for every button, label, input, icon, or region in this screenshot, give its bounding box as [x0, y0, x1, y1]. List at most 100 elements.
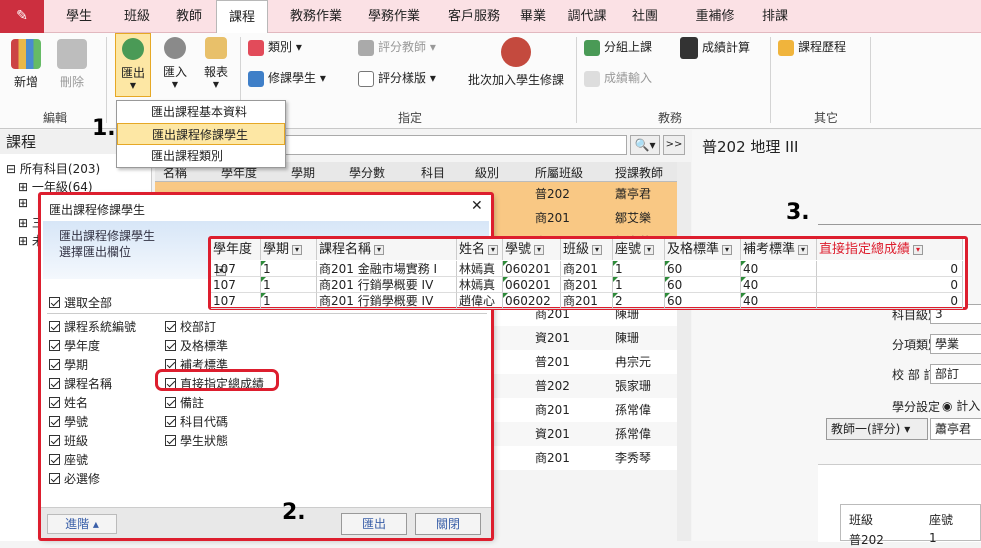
filter-icon[interactable]: ▾ — [534, 245, 545, 255]
tab-customer-service[interactable]: 客戶服務 — [436, 0, 512, 33]
sheet-cell[interactable]: 060201 — [503, 261, 561, 277]
sheet-cell[interactable]: 107 — [211, 277, 261, 293]
sheet-col-header[interactable]: 姓名 ▾ — [457, 239, 503, 260]
sheet-cell[interactable]: 40 — [741, 261, 817, 277]
sheet-cell[interactable]: 1 — [613, 261, 665, 277]
col-header[interactable]: 級別 — [475, 164, 499, 181]
tab-clubs[interactable]: 社團 — [620, 0, 670, 33]
tab-academic-affairs[interactable]: 教務作業 — [278, 0, 354, 33]
import-button[interactable]: 匯入 ▼ — [157, 37, 193, 89]
sheet-cell[interactable]: 40 — [741, 277, 817, 293]
tab-substitute[interactable]: 調代課 — [556, 0, 618, 33]
sheet-col-header[interactable]: 及格標準 ▾ — [665, 239, 741, 260]
app-menu-button[interactable]: ✎ — [0, 0, 44, 33]
sheet-cell[interactable]: 商201 行銷學概要 IV — [317, 277, 457, 293]
sheet-cell[interactable]: 1 — [261, 261, 317, 277]
filter-icon[interactable]: ▾ — [722, 245, 733, 255]
tree-root[interactable]: ⊟ 所有科目(203) — [6, 160, 100, 177]
sheet-cell[interactable]: 商201 行銷學概要 IV — [317, 293, 457, 309]
sheet-cell[interactable]: 0 — [817, 277, 963, 293]
sheet-col-header[interactable]: 座號 ▾ — [613, 239, 665, 260]
filter-icon[interactable]: ▾ — [374, 245, 385, 255]
sheet-col-header[interactable]: 補考標準 ▾ — [741, 239, 817, 260]
menu-item-export-course-category[interactable]: 匯出課程類別 — [117, 145, 285, 167]
sheet-cell[interactable]: 60 — [665, 277, 741, 293]
sheet-cell[interactable]: 107 — [211, 293, 261, 309]
sheet-cell[interactable]: 1 — [261, 277, 317, 293]
col-header[interactable]: 授課教師 — [615, 164, 663, 181]
sheet-cell[interactable]: 商201 — [561, 277, 613, 293]
sheet-col-header[interactable]: 課程名稱 ▾ — [317, 239, 457, 260]
teacher-field[interactable]: 蕭亭君 — [930, 418, 981, 440]
export-button[interactable]: 匯出 ▼ — [115, 33, 151, 97]
menu-item-export-course-basic[interactable]: 匯出課程基本資料 — [117, 101, 285, 123]
sheet-cell[interactable]: 林嫣真 — [457, 277, 503, 293]
category-field[interactable]: 學業 — [930, 334, 981, 354]
vertical-scrollbar[interactable] — [677, 162, 691, 541]
expand-icon[interactable]: >> — [663, 135, 685, 155]
sheet-cell[interactable]: 1 — [613, 277, 665, 293]
sheet-cell[interactable]: 林嫣真 — [457, 261, 503, 277]
filter-icon[interactable]: ▾ — [913, 245, 924, 255]
score-entry-button[interactable]: 成績輸入 — [584, 68, 652, 88]
sheet-cell[interactable]: 60 — [665, 261, 741, 277]
course-history-button[interactable]: 課程歷程 — [778, 37, 846, 57]
score-teacher-button[interactable]: 評分教師 ▾ — [358, 37, 436, 57]
tab-makeup[interactable]: 重補修 — [684, 0, 746, 33]
filter-icon[interactable]: ▾ — [488, 245, 499, 255]
filter-icon[interactable]: ▾ — [644, 245, 655, 255]
score-setting-radio[interactable]: ◉ 計入 — [942, 397, 980, 414]
col-header[interactable]: 所屬班級 — [535, 164, 583, 181]
delete-button[interactable]: 刪除 — [52, 39, 92, 90]
filter-icon[interactable]: ▾ — [592, 245, 603, 255]
search-icon[interactable]: 🔍▾ — [630, 135, 660, 155]
tree-node[interactable]: ⊞ — [18, 196, 28, 210]
tab-scheduling[interactable]: 排課 — [750, 0, 800, 33]
tab-student-affairs[interactable]: 學務作業 — [356, 0, 432, 33]
filter-icon[interactable]: ▾ — [292, 245, 303, 255]
sheet-cell[interactable]: 107 — [211, 261, 261, 277]
sheet-cell[interactable]: 060202 — [503, 293, 561, 309]
class-cell: 資201 — [535, 427, 570, 441]
col-header[interactable]: 學期 — [291, 164, 315, 181]
sheet-cell[interactable]: 商201 金融市場實務 I — [317, 261, 457, 277]
number-as-text-icon — [261, 277, 266, 282]
sheet-cell[interactable]: 60 — [665, 293, 741, 309]
sheet-cell[interactable]: 商201 — [561, 261, 613, 277]
filter-icon[interactable]: ▾ — [798, 245, 809, 255]
tab-classes[interactable]: 班級 — [114, 0, 160, 33]
col-header[interactable]: 學分數 — [349, 164, 385, 181]
group-label-other: 其它 — [813, 111, 838, 125]
group-class-button[interactable]: 分組上課 — [584, 37, 652, 57]
score-calc-button[interactable]: 成績計算 — [680, 37, 750, 59]
sheet-col-header[interactable]: 學號 ▾ — [503, 239, 561, 260]
sheet-cell[interactable]: 2 — [613, 293, 665, 309]
course-students-button[interactable]: 修課學生 ▾ — [248, 68, 326, 88]
batch-add-students-button[interactable]: 批次加入學生修課 — [464, 37, 568, 88]
teacher-select[interactable]: 教師一(評分) ▾ — [826, 418, 928, 440]
sheet-col-header[interactable]: 學期 ▾ — [261, 239, 317, 260]
sheet-cell[interactable]: 0 — [817, 261, 963, 277]
menu-item-export-course-students[interactable]: 匯出課程修課學生 — [117, 123, 285, 145]
sheet-cell[interactable]: 40 — [741, 293, 817, 309]
tab-graduation[interactable]: 畢業 — [510, 0, 556, 33]
new-button[interactable]: 新增 — [6, 39, 46, 90]
sheet-cell[interactable]: 0 — [817, 293, 963, 309]
report-button[interactable]: 報表 ▼ — [198, 37, 234, 89]
sheet-cell[interactable]: 趙偉心 — [457, 293, 503, 309]
sheet-col-header[interactable]: 學年度▾ — [211, 239, 261, 276]
tab-teachers[interactable]: 教師 — [166, 0, 212, 33]
dept-field[interactable]: 部訂 — [930, 364, 981, 384]
col-header[interactable]: 科目 — [421, 164, 445, 181]
sheet-col-header[interactable]: 班級 ▾ — [561, 239, 613, 260]
score-template-button[interactable]: 評分樣版 ▾ — [358, 68, 436, 88]
sheet-cell[interactable]: 商201 — [561, 293, 613, 309]
sheet-cell[interactable]: 060201 — [503, 277, 561, 293]
tab-students[interactable]: 學生 — [56, 0, 102, 33]
category-button[interactable]: 類別 ▾ — [248, 37, 302, 57]
sheet-col-header[interactable]: 直接指定總成績 ▾ — [817, 239, 963, 260]
sheet-cell[interactable]: 1 — [261, 293, 317, 309]
cell-value: 商201 金融市場實務 I — [319, 262, 438, 276]
step-label-1: 1. — [92, 116, 116, 141]
tab-courses[interactable]: 課程 — [216, 0, 268, 34]
